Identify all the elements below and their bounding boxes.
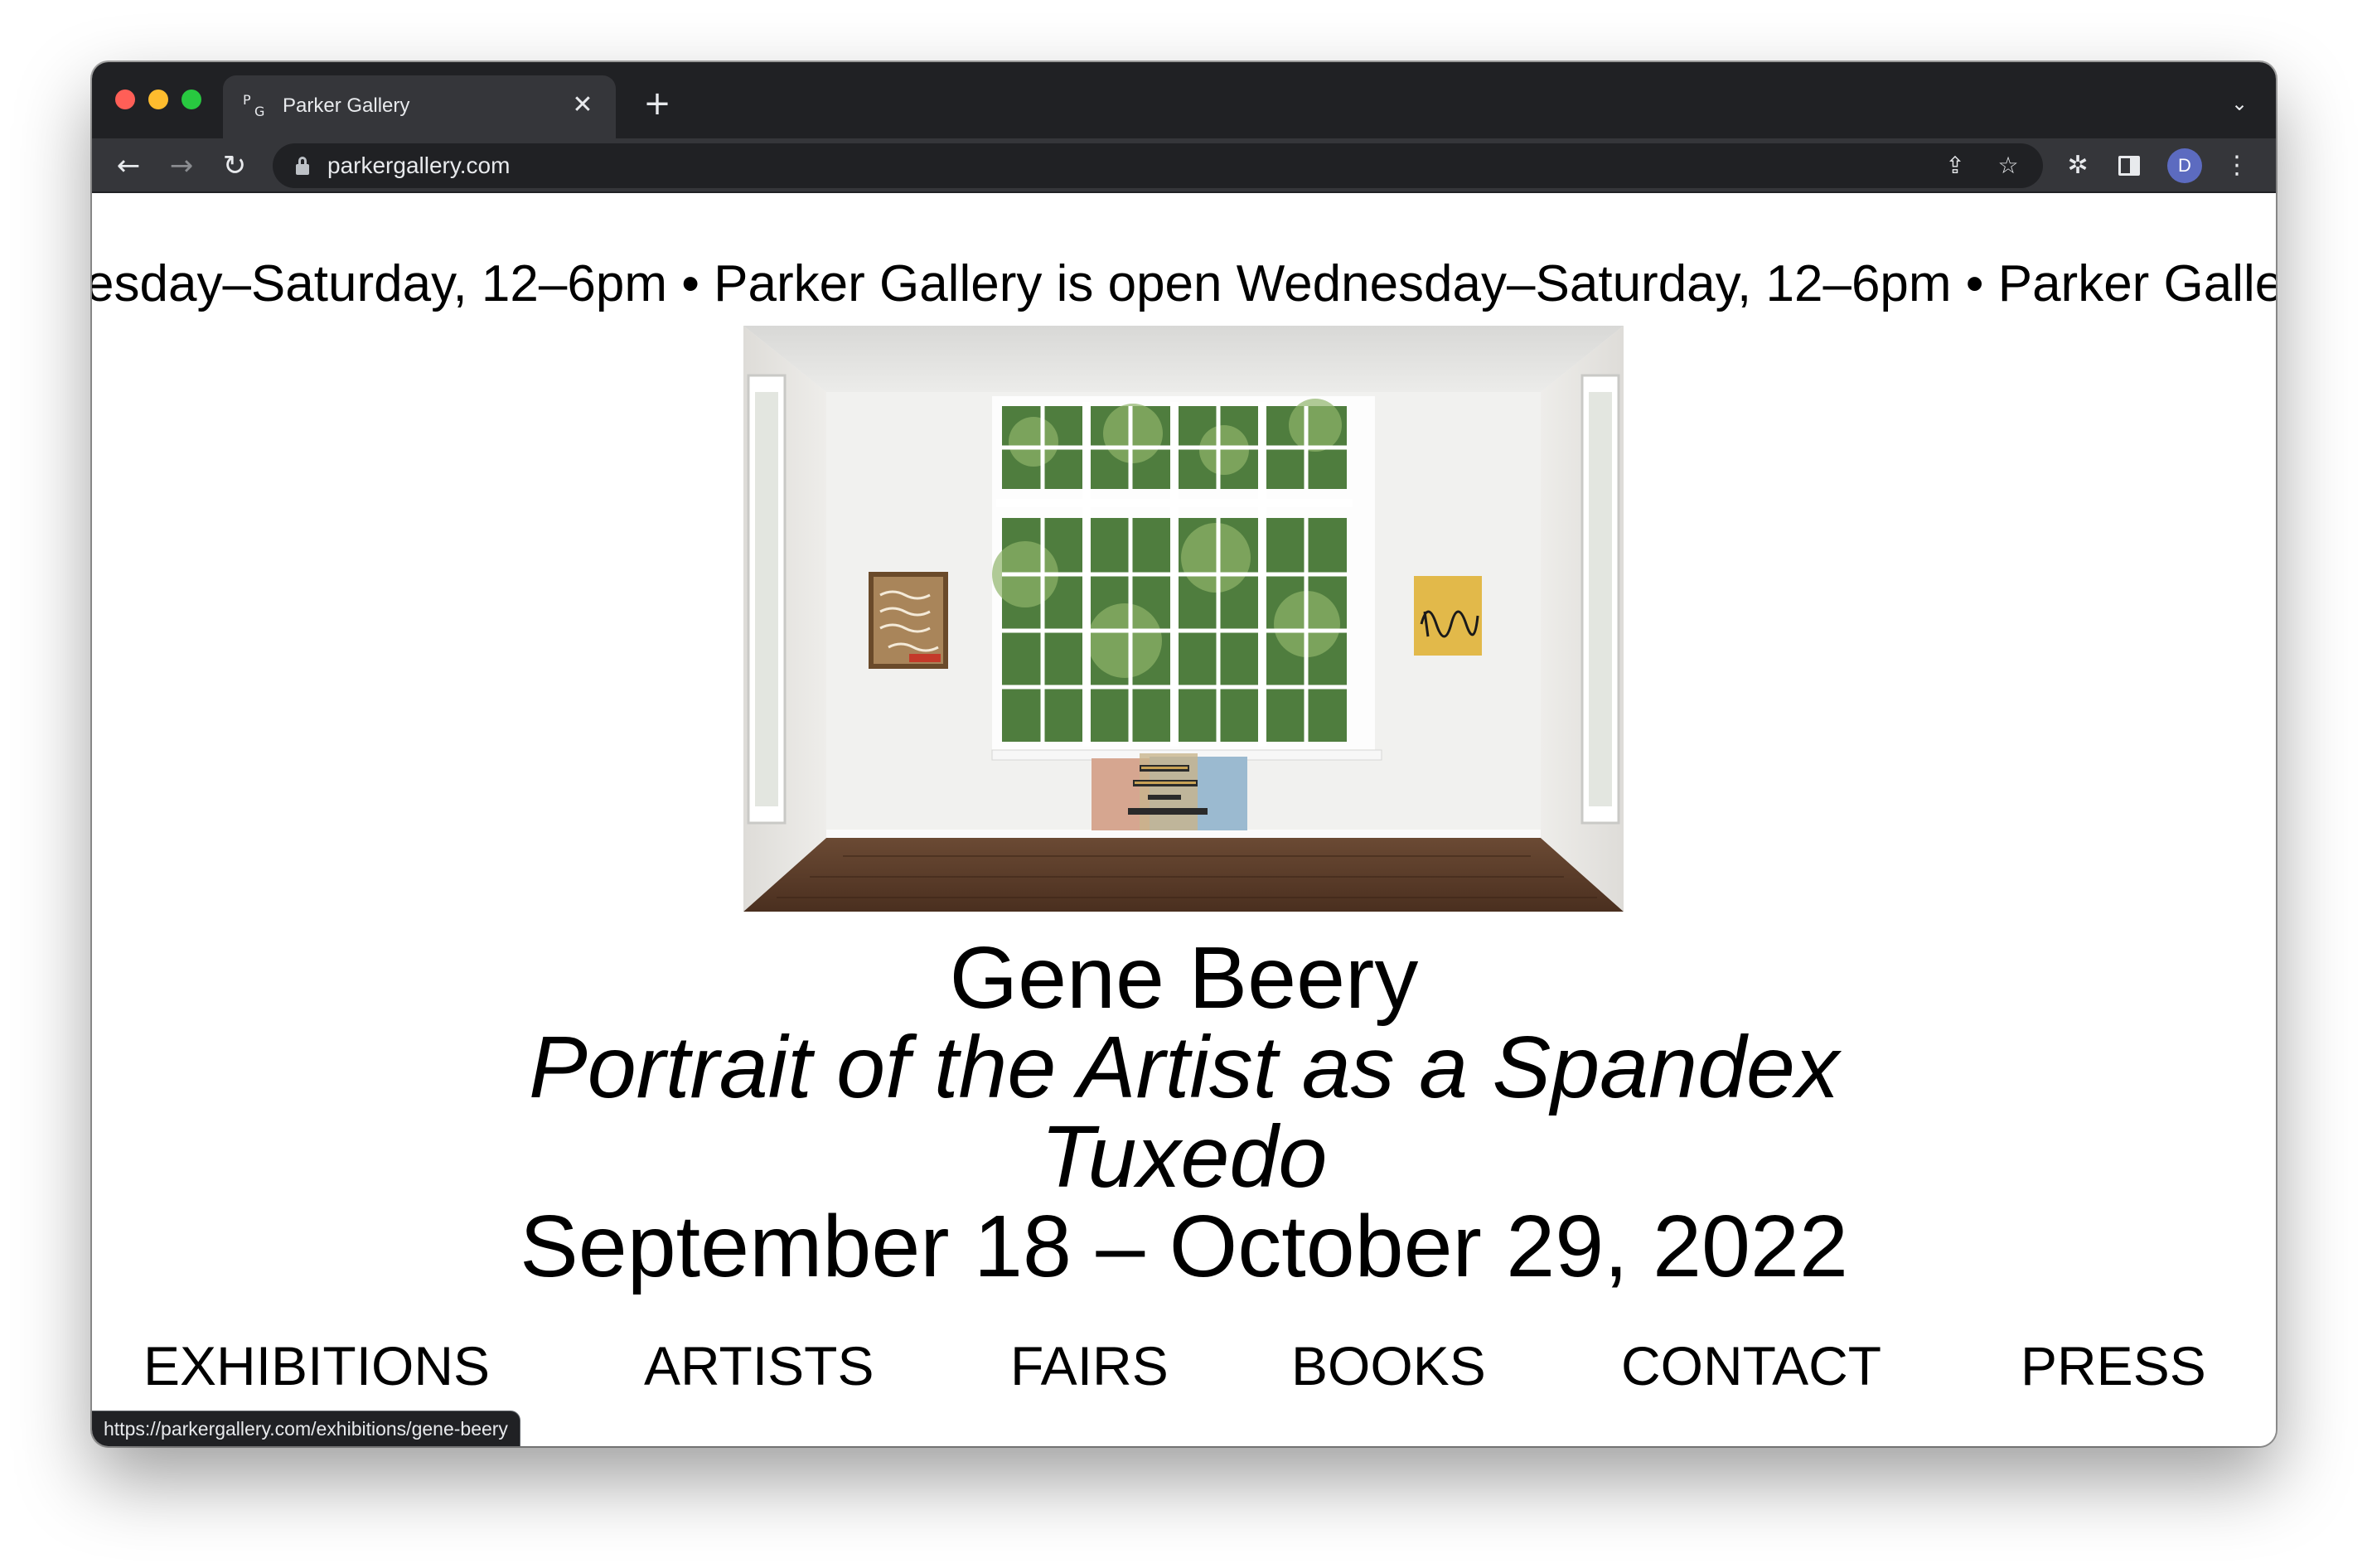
parker-gallery-favicon-icon: P G <box>243 92 265 119</box>
side-panel-icon[interactable] <box>2111 148 2147 184</box>
forward-arrow-icon[interactable]: → <box>163 148 200 184</box>
tab-search-chevron-icon[interactable]: ⌄ <box>2223 87 2256 120</box>
web-page: esday–Saturday, 12–6pm • Parker Gallery … <box>92 193 2276 1446</box>
profile-avatar[interactable]: D <box>2167 148 2202 183</box>
nav-exhibitions[interactable]: EXHIBITIONS <box>143 1328 490 1403</box>
exhibition-hero-image[interactable] <box>743 326 1624 912</box>
address-bar[interactable]: parkergallery.com ⇪ ☆ <box>273 143 2043 188</box>
url-text[interactable]: parkergallery.com <box>327 152 510 179</box>
tab-title: Parker Gallery <box>283 94 410 117</box>
reload-icon[interactable]: ↻ <box>216 148 253 184</box>
nav-contact[interactable]: CONTACT <box>1621 1328 1881 1403</box>
minimize-window-button[interactable] <box>148 90 168 109</box>
tab-close-icon[interactable]: ✕ <box>568 90 598 120</box>
gallery-room-photo <box>743 326 1624 912</box>
new-tab-icon[interactable]: + <box>639 85 675 122</box>
nav-press[interactable]: PRESS <box>2021 1328 2206 1403</box>
back-arrow-icon[interactable]: ← <box>110 148 147 184</box>
title-bar: P G Parker Gallery ✕ + ⌄ <box>92 62 2276 138</box>
tab-parker-gallery[interactable]: P G Parker Gallery ✕ <box>223 75 616 138</box>
nav-artists[interactable]: ARTISTS <box>644 1328 874 1403</box>
main-nav: EXHIBITIONS ARTISTS FAIRS BOOKS CONTACT … <box>92 1328 2276 1403</box>
exhibition-title-line-2: Tuxedo <box>1040 1108 1328 1206</box>
exhibition-dates: September 18 – October 29, 2022 <box>520 1198 1848 1295</box>
browser-menu-icon[interactable]: ⋮ <box>2219 148 2255 184</box>
browser-window: P G Parker Gallery ✕ + ⌄ ← → ↻ parkergal… <box>92 62 2276 1446</box>
link-status-bar: https://parkergallery.com/exhibitions/ge… <box>92 1411 520 1446</box>
exhibition-title-line-1: Portrait of the Artist as a Spandex <box>529 1019 1839 1116</box>
share-icon[interactable]: ⇪ <box>1939 149 1972 182</box>
close-window-button[interactable] <box>115 90 135 109</box>
zoom-window-button[interactable] <box>182 90 201 109</box>
bookmark-star-icon[interactable]: ☆ <box>1992 149 2025 182</box>
artist-name: Gene Beery <box>949 929 1419 1027</box>
lock-icon[interactable] <box>296 157 309 175</box>
extensions-puzzle-icon[interactable]: ✲ <box>2060 148 2096 184</box>
browser-toolbar: ← → ↻ parkergallery.com ⇪ ☆ ✲ D ⋮ <box>92 138 2276 193</box>
hours-marquee: esday–Saturday, 12–6pm • Parker Gallery … <box>92 255 2276 312</box>
exhibition-headline[interactable]: Gene Beery Portrait of the Artist as a S… <box>92 933 2276 1291</box>
nav-books[interactable]: BOOKS <box>1291 1328 1486 1403</box>
nav-fairs[interactable]: FAIRS <box>1010 1328 1169 1403</box>
